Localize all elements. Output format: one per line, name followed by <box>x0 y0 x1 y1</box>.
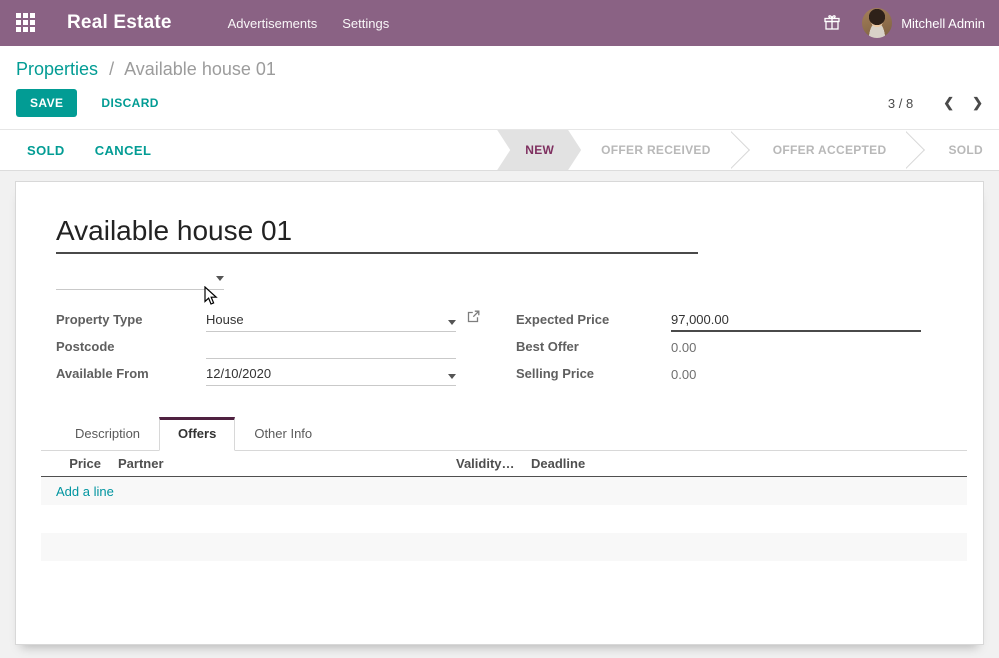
tab-description[interactable]: Description <box>56 417 159 451</box>
offers-table-header: Price Partner Validity… Deadline <box>41 451 967 477</box>
field-group-right: Expected Price 97,000.00 Best Offer 0.00… <box>516 305 936 386</box>
add-a-line-link[interactable]: Add a line <box>56 484 114 499</box>
gift-icon[interactable] <box>824 15 840 31</box>
avatar[interactable] <box>862 8 892 38</box>
property-type-input[interactable]: House <box>206 310 456 332</box>
column-deadline[interactable]: Deadline <box>531 456 641 471</box>
status-step-new[interactable]: NEW <box>497 130 581 170</box>
column-price[interactable]: Price <box>41 456 118 471</box>
pager-next-icon[interactable]: ❯ <box>972 95 983 111</box>
breadcrumb-properties[interactable]: Properties <box>16 59 98 79</box>
tags-input[interactable] <box>56 269 224 290</box>
chevron-down-icon <box>216 276 224 281</box>
discard-button[interactable]: DISCARD <box>101 96 158 110</box>
step-separator-icon <box>731 130 753 170</box>
status-step-offer-accepted[interactable]: OFFER ACCEPTED <box>753 130 907 170</box>
notebook-tabs: Description Offers Other Info <box>41 417 967 451</box>
property-type-label: Property Type <box>56 312 206 332</box>
selling-price-label: Selling Price <box>516 366 671 386</box>
control-panel: Properties / Available house 01 SAVE DIS… <box>0 46 999 129</box>
record-title-input[interactable]: Available house 01 <box>56 215 967 247</box>
user-name[interactable]: Mitchell Admin <box>901 16 985 31</box>
record-title-underline <box>56 247 698 254</box>
form-sheet: Available house 01 Property Type House <box>15 181 984 645</box>
external-link-icon[interactable] <box>467 310 480 328</box>
offers-table: Price Partner Validity… Deadline Add a l… <box>41 451 967 561</box>
column-partner[interactable]: Partner <box>118 456 456 471</box>
available-from-label: Available From <box>56 366 206 386</box>
menu-settings[interactable]: Settings <box>342 16 389 31</box>
empty-row <box>41 533 967 561</box>
menu-advertisements[interactable]: Advertisements <box>228 16 318 31</box>
breadcrumb-current: Available house 01 <box>124 59 276 79</box>
step-separator-icon <box>906 130 928 170</box>
status-step-sold[interactable]: SOLD <box>928 130 999 170</box>
status-pipeline: NEW OFFER RECEIVED OFFER ACCEPTED SOLD <box>497 130 999 170</box>
app-brand[interactable]: Real Estate <box>67 12 172 34</box>
column-validity[interactable]: Validity… <box>456 456 531 471</box>
chevron-down-icon[interactable] <box>448 320 456 325</box>
chevron-down-icon[interactable] <box>448 374 456 379</box>
expected-price-input[interactable]: 97,000.00 <box>671 310 921 332</box>
add-line-row: Add a line <box>41 477 967 505</box>
empty-row <box>41 505 967 533</box>
pager-value: 3 / 8 <box>888 96 913 111</box>
status-step-offer-received[interactable]: OFFER RECEIVED <box>581 130 731 170</box>
tab-offers[interactable]: Offers <box>159 417 235 451</box>
cancel-action-button[interactable]: CANCEL <box>95 143 152 158</box>
breadcrumb: Properties / Available house 01 <box>16 59 983 80</box>
postcode-input[interactable] <box>206 337 456 359</box>
statusbar: SOLD CANCEL NEW OFFER RECEIVED OFFER ACC… <box>0 129 999 171</box>
field-group-left: Property Type House Postcode <box>56 305 486 386</box>
apps-grid-icon[interactable] <box>16 13 36 33</box>
sold-action-button[interactable]: SOLD <box>27 143 65 158</box>
breadcrumb-separator: / <box>109 59 114 79</box>
top-navbar: Real Estate Advertisements Settings Mitc… <box>0 0 999 46</box>
selling-price-value: 0.00 <box>671 364 921 386</box>
expected-price-label: Expected Price <box>516 312 671 332</box>
save-button[interactable]: SAVE <box>16 89 77 117</box>
best-offer-value: 0.00 <box>671 337 921 359</box>
available-from-input[interactable]: 12/10/2020 <box>206 364 456 386</box>
postcode-label: Postcode <box>56 339 206 359</box>
pager-prev-icon[interactable]: ❮ <box>943 95 954 111</box>
best-offer-label: Best Offer <box>516 339 671 359</box>
pager: 3 / 8 ❮ ❯ <box>888 95 983 111</box>
tab-other-info[interactable]: Other Info <box>235 417 331 451</box>
